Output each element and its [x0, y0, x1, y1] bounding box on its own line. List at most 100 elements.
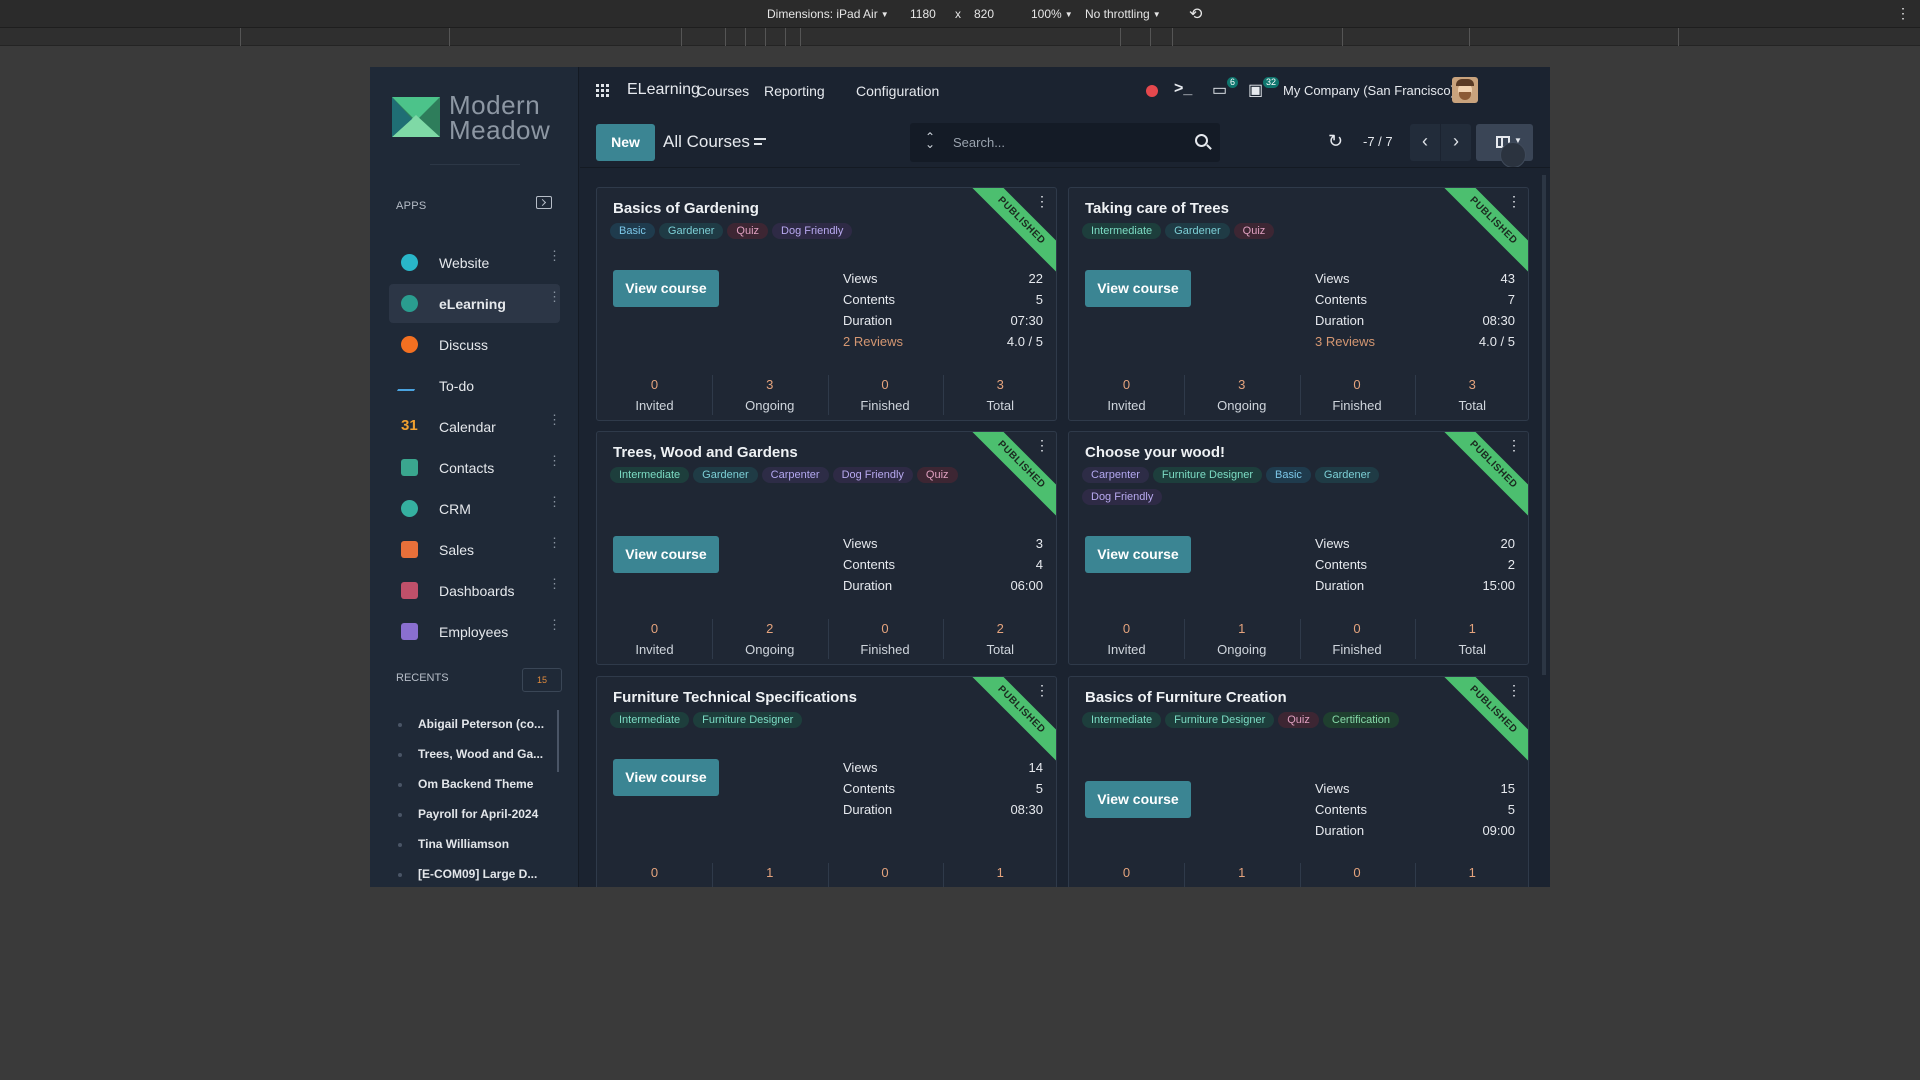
view-course-button[interactable]: View course: [1085, 781, 1191, 818]
count-total[interactable]: 1 Total: [1414, 861, 1528, 887]
device-width-input[interactable]: 1180: [910, 7, 936, 21]
sidebar-item-sales[interactable]: Sales ⋮: [389, 530, 561, 569]
course-card[interactable]: Choose your wood! ⋮ PUBLISHED Carpenter Furn…: [1068, 431, 1529, 665]
app-menu-icon[interactable]: ⋮: [548, 577, 561, 590]
command-prompt-icon[interactable]: >_: [1174, 80, 1192, 98]
recent-item[interactable]: Trees, Wood and Ga...: [397, 747, 543, 761]
card-menu-icon[interactable]: ⋮: [1507, 194, 1521, 208]
pager-next-button[interactable]: ›: [1441, 124, 1471, 161]
view-course-button[interactable]: View course: [613, 536, 719, 573]
sidebar-item-website[interactable]: Website ⋮: [389, 243, 561, 282]
messages-icon[interactable]: ▭: [1212, 80, 1227, 100]
card-menu-icon[interactable]: ⋮: [1507, 438, 1521, 452]
search-options-toggle-icon[interactable]: ⌃ ⌄: [925, 131, 935, 150]
sidebar-item-discuss[interactable]: Discuss: [389, 325, 560, 364]
search-input[interactable]: [953, 133, 1173, 151]
card-menu-icon[interactable]: ⋮: [1035, 438, 1049, 452]
search-icon[interactable]: [1195, 134, 1208, 147]
recents-scrollbar[interactable]: [557, 710, 559, 772]
count-finished[interactable]: 0 Finished: [1299, 373, 1415, 417]
count-finished[interactable]: 0 Finished: [827, 861, 943, 887]
app-menu-icon[interactable]: ⋮: [548, 454, 561, 467]
count-invited[interactable]: 0 Invited: [1069, 861, 1184, 887]
course-card[interactable]: Trees, Wood and Gardens ⋮ PUBLISHED Interme…: [596, 431, 1057, 665]
sidebar-item-crm[interactable]: CRM ⋮: [389, 489, 561, 528]
app-menu-icon[interactable]: ⋮: [548, 536, 561, 549]
view-course-button[interactable]: View course: [1085, 270, 1191, 307]
count-ongoing[interactable]: 1 Ongoing: [1184, 861, 1299, 887]
refresh-icon[interactable]: ↻: [1328, 131, 1343, 152]
recording-indicator-icon[interactable]: [1146, 85, 1158, 97]
company-switcher[interactable]: My Company (San Francisco): [1283, 83, 1455, 98]
sidebar-item-dashboards[interactable]: Dashboards ⋮: [389, 571, 561, 610]
new-button[interactable]: New: [596, 124, 655, 161]
app-menu-icon[interactable]: ⋮: [548, 413, 561, 426]
recent-item[interactable]: Om Backend Theme: [397, 777, 533, 791]
course-card[interactable]: Basics of Furniture Creation ⋮ PUBLISHED In…: [1068, 676, 1529, 887]
course-title[interactable]: Choose your wood!: [1085, 444, 1225, 461]
count-finished[interactable]: 0 Finished: [827, 373, 943, 417]
course-title[interactable]: Trees, Wood and Gardens: [613, 444, 798, 461]
count-finished[interactable]: 0 Finished: [827, 617, 943, 661]
count-total[interactable]: 2 Total: [942, 617, 1056, 661]
count-invited[interactable]: 0 Invited: [1069, 617, 1184, 661]
course-title[interactable]: Furniture Technical Specifications: [613, 689, 857, 706]
sidebar-item-contacts[interactable]: Contacts ⋮: [389, 448, 561, 487]
recent-item[interactable]: Tina Williamson: [397, 837, 509, 851]
pager-value[interactable]: -7 / 7: [1363, 134, 1393, 149]
more-vertical-icon[interactable]: ⋮: [1896, 5, 1910, 22]
count-invited[interactable]: 0 Invited: [597, 373, 712, 417]
reviews-link[interactable]: 3 Reviews: [1315, 334, 1375, 349]
sidebar-item-elearning[interactable]: eLearning ⋮: [389, 284, 561, 323]
count-ongoing[interactable]: 3 Ongoing: [1184, 373, 1299, 417]
view-course-button[interactable]: View course: [1085, 536, 1191, 573]
count-ongoing[interactable]: 2 Ongoing: [712, 617, 827, 661]
recent-item[interactable]: [E-COM09] Large D...: [397, 867, 537, 881]
card-menu-icon[interactable]: ⋮: [1035, 194, 1049, 208]
activities-clock-icon[interactable]: ▣: [1248, 80, 1263, 100]
recent-item[interactable]: Abigail Peterson (co...: [397, 717, 544, 731]
device-height-input[interactable]: 820: [974, 7, 994, 21]
course-card[interactable]: Basics of Gardening ⋮ PUBLISHED Basic Garden…: [596, 187, 1057, 421]
count-invited[interactable]: 0 Invited: [1069, 373, 1184, 417]
count-total[interactable]: 1 Total: [942, 861, 1056, 887]
course-title[interactable]: Basics of Gardening: [613, 200, 759, 217]
board-scrollbar[interactable]: [1542, 175, 1546, 675]
recents-count-badge[interactable]: 15: [522, 668, 562, 692]
app-menu-icon[interactable]: ⋮: [548, 290, 561, 303]
course-title[interactable]: Taking care of Trees: [1085, 200, 1229, 217]
nav-configuration[interactable]: Configuration: [856, 83, 939, 99]
app-brand[interactable]: ELearning: [627, 81, 700, 99]
count-invited[interactable]: 0 Invited: [597, 617, 712, 661]
nav-reporting[interactable]: Reporting: [764, 83, 825, 99]
device-dimensions-select[interactable]: Dimensions: iPad Air ▼: [767, 7, 889, 21]
terminal-icon[interactable]: [536, 196, 552, 209]
sidebar-item-calendar[interactable]: 31 Calendar ⋮: [389, 407, 561, 446]
course-title[interactable]: Basics of Furniture Creation: [1085, 689, 1287, 706]
count-finished[interactable]: 0 Finished: [1299, 861, 1415, 887]
count-total[interactable]: 1 Total: [1414, 617, 1528, 661]
throttling-select[interactable]: No throttling ▼: [1085, 7, 1161, 21]
pager-previous-button[interactable]: ‹: [1410, 124, 1440, 161]
course-card[interactable]: Furniture Technical Specifications ⋮ PUBLI…: [596, 676, 1057, 887]
app-menu-icon[interactable]: ⋮: [548, 249, 561, 262]
user-avatar[interactable]: [1452, 77, 1478, 103]
app-menu-icon[interactable]: ⋮: [548, 495, 561, 508]
count-ongoing[interactable]: 1 Ongoing: [712, 861, 827, 887]
app-grid-icon[interactable]: [596, 84, 610, 98]
app-menu-icon[interactable]: ⋮: [548, 618, 561, 631]
count-invited[interactable]: 0 Invited: [597, 861, 712, 887]
card-menu-icon[interactable]: ⋮: [1507, 683, 1521, 697]
actions-toggle-icon[interactable]: [754, 137, 766, 147]
sidebar-item-to-do[interactable]: To-do: [389, 366, 560, 405]
count-ongoing[interactable]: 3 Ongoing: [712, 373, 827, 417]
zoom-select[interactable]: 100% ▼: [1031, 7, 1073, 21]
sidebar-item-employees[interactable]: Employees ⋮: [389, 612, 561, 651]
recent-item[interactable]: Payroll for April-2024: [397, 807, 538, 821]
view-course-button[interactable]: View course: [613, 759, 719, 796]
count-finished[interactable]: 0 Finished: [1299, 617, 1415, 661]
card-menu-icon[interactable]: ⋮: [1035, 683, 1049, 697]
view-course-button[interactable]: View course: [613, 270, 719, 307]
count-total[interactable]: 3 Total: [942, 373, 1056, 417]
count-ongoing[interactable]: 1 Ongoing: [1184, 617, 1299, 661]
